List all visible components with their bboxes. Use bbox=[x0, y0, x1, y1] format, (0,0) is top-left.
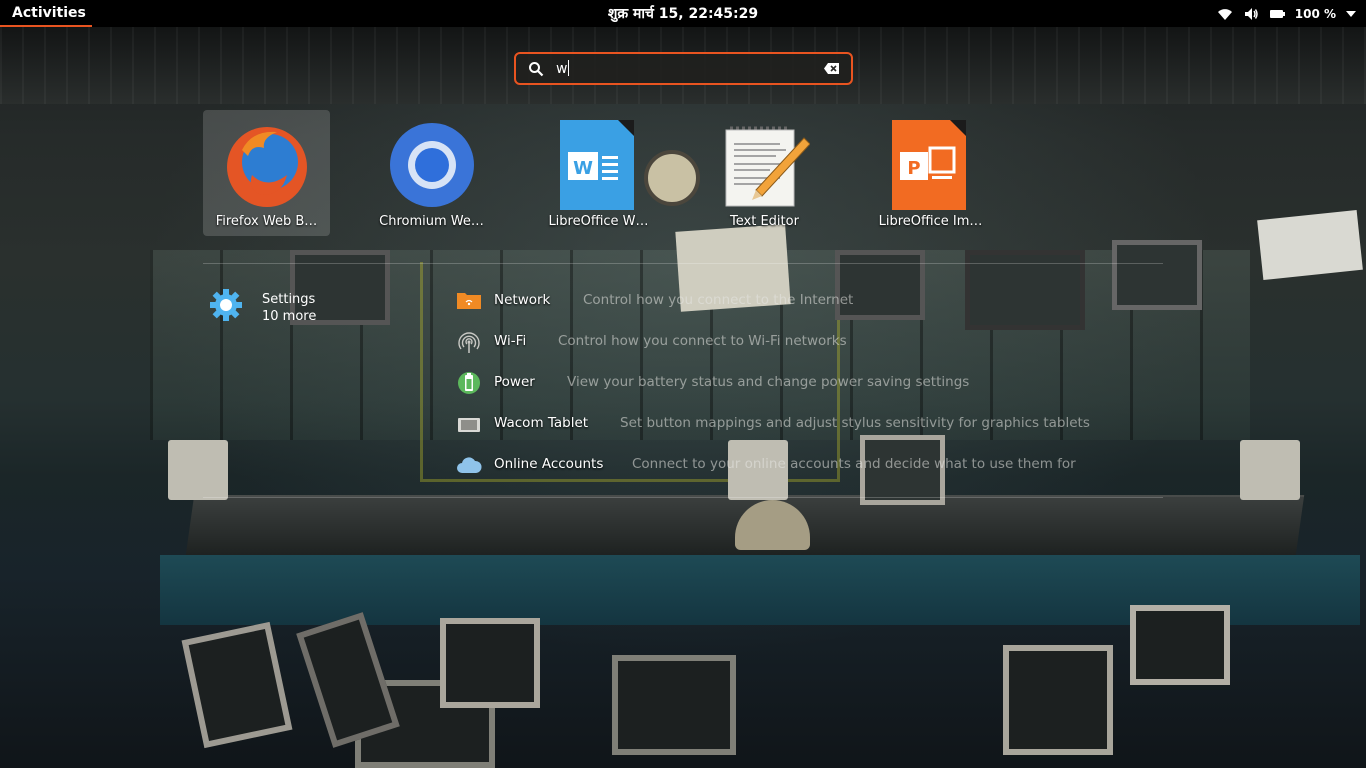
wallpaper-crt bbox=[965, 250, 1085, 330]
settings-provider[interactable]: Settings 10 more bbox=[203, 284, 330, 328]
battery-percent: 100 % bbox=[1294, 6, 1336, 21]
text-editor-icon bbox=[725, 126, 810, 207]
app-label: LibreOffice W… bbox=[548, 214, 649, 229]
result-description: View your battery status and change powe… bbox=[567, 374, 970, 390]
settings-gear-icon bbox=[210, 289, 242, 321]
result-description: Connect to your online accounts and deci… bbox=[632, 456, 1076, 472]
power-icon bbox=[458, 372, 480, 394]
app-text-editor[interactable]: Text Editor bbox=[701, 110, 828, 236]
clock: शुक्र मार्च 15, 22:45:29 bbox=[0, 4, 1366, 23]
network-icon bbox=[457, 293, 481, 309]
result-title: Wi-Fi bbox=[494, 333, 527, 349]
search-input[interactable]: w bbox=[514, 52, 853, 85]
results-separator bbox=[203, 263, 1163, 264]
wallpaper-sign bbox=[1257, 209, 1363, 281]
wallpaper-monitor bbox=[1003, 645, 1113, 755]
search-icon bbox=[529, 62, 544, 77]
wallpaper-monitor bbox=[296, 612, 400, 748]
result-title: Online Accounts bbox=[494, 456, 604, 472]
svg-text:P: P bbox=[907, 158, 920, 179]
app-libreoffice-writer[interactable]: W LibreOffice W… bbox=[535, 110, 662, 236]
activities-label: Activities bbox=[12, 5, 86, 21]
libreoffice-writer-icon: W bbox=[560, 120, 634, 210]
online-accounts-icon bbox=[457, 457, 482, 473]
app-chromium[interactable]: Chromium We… bbox=[368, 110, 495, 236]
app-label: Chromium We… bbox=[379, 214, 484, 229]
provider-more[interactable]: 10 more bbox=[262, 309, 316, 324]
result-description: Set button mappings and adjust stylus se… bbox=[620, 415, 1090, 431]
wallpaper-monitor bbox=[1130, 605, 1230, 685]
wacom-tablet-icon bbox=[458, 418, 480, 432]
wallpaper-monitor bbox=[440, 618, 540, 708]
results-bottom-separator bbox=[203, 497, 1163, 498]
chromium-icon bbox=[390, 123, 474, 207]
result-title: Power bbox=[494, 374, 535, 390]
wallpaper-monitor bbox=[612, 655, 736, 755]
wallpaper-console bbox=[185, 495, 1305, 555]
wallpaper-crt bbox=[1112, 240, 1202, 310]
libreoffice-impress-icon: P bbox=[892, 120, 966, 210]
result-title: Network bbox=[494, 292, 551, 308]
app-libreoffice-impress[interactable]: P LibreOffice Im… bbox=[867, 110, 994, 236]
wallpaper-monitor bbox=[355, 680, 495, 768]
volume-icon bbox=[1244, 7, 1258, 20]
clear-icon[interactable] bbox=[824, 63, 839, 74]
result-title: Wacom Tablet bbox=[494, 415, 589, 431]
wallpaper-panel bbox=[1240, 440, 1300, 500]
activities-indicator bbox=[0, 25, 92, 27]
wifi-icon bbox=[458, 332, 480, 353]
svg-text:W: W bbox=[573, 158, 593, 179]
app-label: Text Editor bbox=[730, 214, 799, 229]
provider-name: Settings bbox=[262, 292, 316, 307]
top-bar: Activities शुक्र मार्च 15, 22:45:29 100 … bbox=[0, 0, 1366, 27]
wallpaper-helmet bbox=[735, 500, 810, 550]
result-description: Control how you connect to the Internet bbox=[583, 292, 854, 308]
clock-label[interactable]: शुक्र मार्च 15, 22:45:29 bbox=[608, 6, 758, 22]
activities-button[interactable]: Activities bbox=[0, 0, 98, 27]
app-label: Firefox Web B… bbox=[215, 214, 318, 229]
firefox-icon bbox=[227, 127, 307, 207]
wallpaper-desk bbox=[160, 555, 1360, 625]
app-firefox[interactable]: Firefox Web B… bbox=[203, 110, 330, 236]
app-label: LibreOffice Im… bbox=[878, 214, 983, 229]
system-menu[interactable]: 100 % bbox=[1217, 0, 1356, 27]
wallpaper-monitor bbox=[181, 621, 293, 749]
search-text: w bbox=[556, 60, 570, 77]
battery-icon bbox=[1269, 9, 1285, 18]
wifi-signal-icon bbox=[1217, 8, 1232, 20]
wallpaper-crt bbox=[835, 250, 925, 320]
result-description: Control how you connect to Wi-Fi network… bbox=[558, 333, 847, 349]
chevron-down-icon bbox=[1346, 10, 1356, 17]
wallpaper-panel bbox=[168, 440, 228, 500]
